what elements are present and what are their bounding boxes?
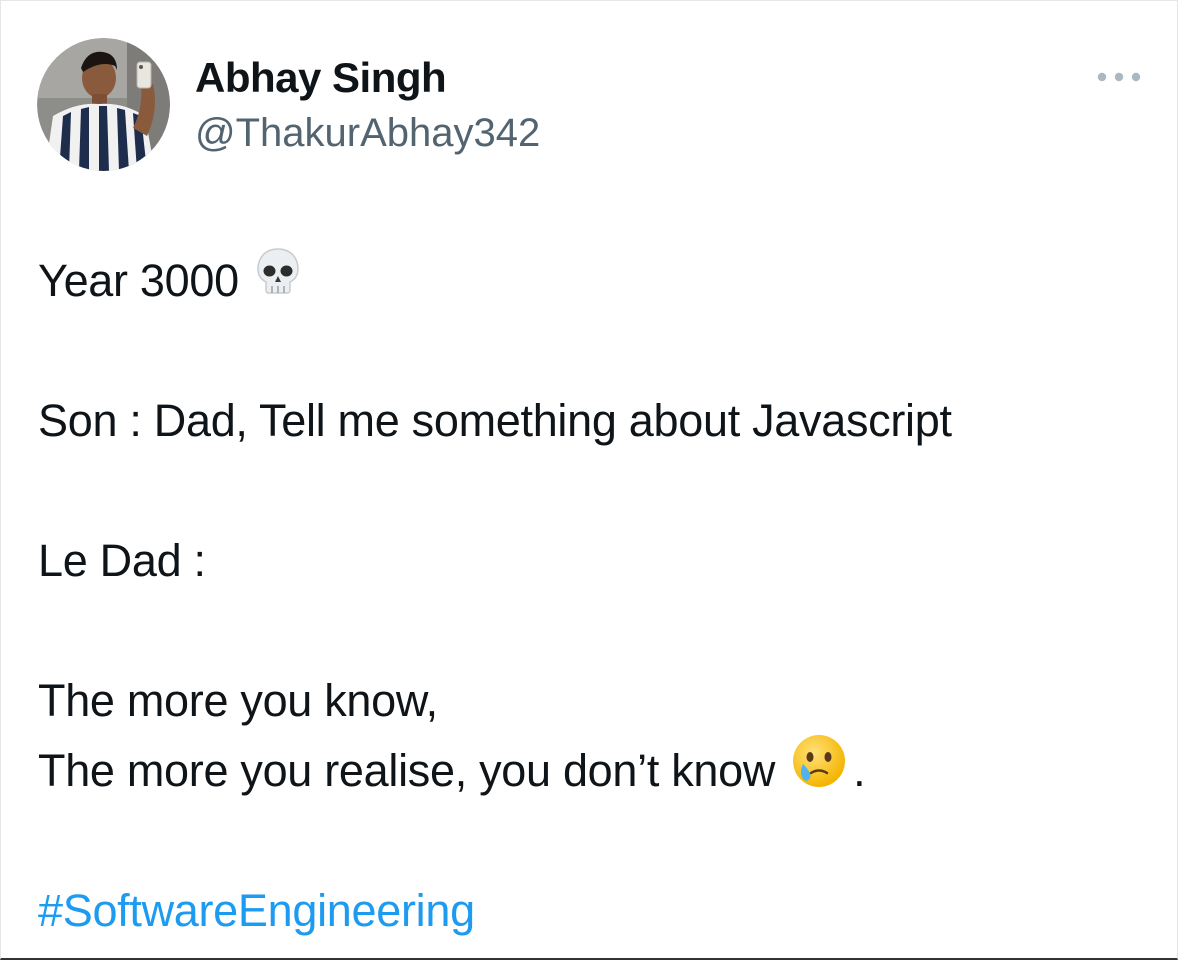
author-handle[interactable]: @ThakurAbhay342	[195, 109, 540, 157]
tweet-line-text: Le Dad :	[38, 535, 206, 586]
hashtag-link[interactable]: #SoftwareEngineering	[38, 876, 475, 946]
more-horizontal-icon	[1097, 72, 1141, 82]
tweet-line: The more you realise, you don’t know .	[38, 733, 1148, 809]
tweet-line: The more you know,	[38, 666, 1148, 736]
avatar-photo	[37, 38, 170, 171]
more-options-button[interactable]	[1093, 61, 1145, 93]
tweet-line-text: Son : Dad, Tell me something about Javas…	[38, 395, 952, 446]
tweet-line: Le Dad :	[38, 526, 1148, 596]
tweet-line-text: Year 3000	[38, 255, 239, 306]
tweet-line-text: The more you realise, you don’t know	[38, 745, 776, 796]
face-holding-back-tears-icon	[791, 733, 847, 809]
tweet-line-text: The more you know,	[38, 675, 438, 726]
tweet-line-tail: .	[853, 745, 866, 796]
tweet-line: Year 3000	[38, 246, 1148, 316]
tweet-line: Son : Dad, Tell me something about Javas…	[38, 386, 1148, 456]
author-info: Abhay Singh @ThakurAbhay342	[195, 53, 540, 157]
avatar[interactable]	[37, 38, 170, 171]
tweet-text: Year 3000 Son : Dad, Tell me something a…	[38, 246, 1148, 946]
tweet-card: Abhay Singh @ThakurAbhay342 Year 3000 So…	[0, 0, 1178, 960]
skull-icon	[253, 246, 303, 316]
author-display-name[interactable]: Abhay Singh	[195, 53, 540, 103]
tweet-line: #SoftwareEngineering	[38, 876, 1148, 946]
